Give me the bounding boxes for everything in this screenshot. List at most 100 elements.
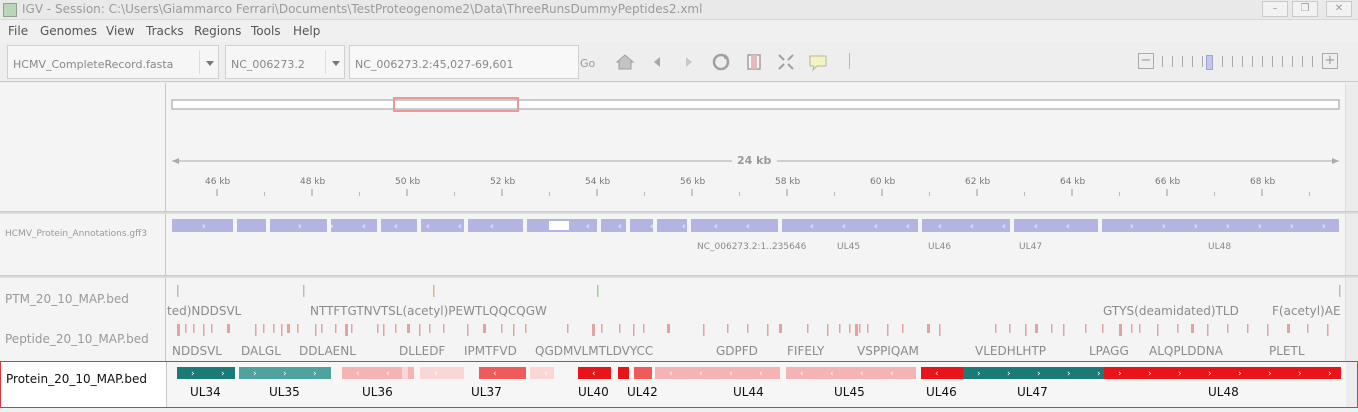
menu-tracks[interactable]: Tracks bbox=[146, 24, 184, 38]
peptide-mark[interactable] bbox=[747, 324, 749, 333]
peptide-mark[interactable] bbox=[667, 324, 670, 333]
peptide-mark[interactable] bbox=[1287, 324, 1290, 333]
peptide-mark[interactable] bbox=[467, 324, 469, 336]
peptide-mark[interactable] bbox=[377, 324, 379, 333]
ptm-mark[interactable] bbox=[1339, 285, 1341, 297]
peptide-mark[interactable] bbox=[1327, 324, 1329, 336]
peptide-mark[interactable] bbox=[501, 324, 503, 333]
peptide-mark[interactable] bbox=[525, 324, 527, 333]
peptide-mark[interactable] bbox=[939, 324, 941, 336]
peptide-mark[interactable] bbox=[1035, 324, 1038, 333]
peptide-mark[interactable] bbox=[643, 324, 645, 333]
peptide-mark[interactable] bbox=[703, 324, 705, 336]
protein-feature-block[interactable] bbox=[634, 367, 652, 379]
peptide-mark[interactable] bbox=[263, 324, 265, 333]
protein-feature-block[interactable] bbox=[420, 367, 464, 379]
peptide-mark[interactable] bbox=[839, 324, 841, 333]
peptide-mark[interactable] bbox=[927, 324, 930, 333]
peptide-mark[interactable] bbox=[567, 324, 569, 333]
peptide-mark[interactable] bbox=[273, 324, 275, 333]
peptide-mark[interactable] bbox=[1139, 324, 1141, 333]
annotation-scrollbar[interactable] bbox=[1345, 214, 1358, 275]
peptide-mark[interactable] bbox=[335, 324, 337, 333]
menu-genomes[interactable]: Genomes bbox=[40, 24, 97, 38]
peptide-mark[interactable] bbox=[483, 324, 486, 333]
peptide-mark[interactable] bbox=[1102, 324, 1104, 333]
peptide-mark[interactable] bbox=[227, 324, 230, 333]
locus-input[interactable]: NC_006273.2:45,027-69,601 bbox=[349, 45, 579, 79]
back-icon[interactable] bbox=[646, 51, 668, 73]
protein-track-row[interactable]: Protein_20_10_MAP.bed › › › › › ‹ ‹ ‹ ‹ ‹ ‹ ‹ ‹ ‹ ‹ ‹ ‹ ‹… bbox=[0, 361, 1358, 408]
protein-feature-block[interactable] bbox=[1104, 367, 1341, 379]
home-icon[interactable] bbox=[614, 51, 636, 73]
track-name-protein[interactable]: Protein_20_10_MAP.bed bbox=[6, 372, 147, 386]
peptide-mark[interactable] bbox=[255, 324, 257, 336]
peptide-mark[interactable] bbox=[211, 324, 213, 333]
peptide-mark[interactable] bbox=[601, 324, 603, 333]
peptide-mark[interactable] bbox=[1119, 324, 1122, 336]
peptide-mark[interactable] bbox=[827, 324, 829, 336]
peptide-mark[interactable] bbox=[633, 324, 635, 336]
protein-feature-block[interactable] bbox=[402, 367, 408, 379]
protein-feature-block[interactable] bbox=[786, 367, 916, 379]
peptide-mark[interactable] bbox=[1085, 324, 1087, 333]
menu-help[interactable]: Help bbox=[293, 24, 320, 38]
genome-selector[interactable]: HCMV_CompleteRecord.fasta bbox=[7, 45, 219, 79]
peptide-mark[interactable] bbox=[995, 324, 997, 333]
protein-feature-block[interactable] bbox=[177, 367, 235, 379]
protein-feature-block[interactable] bbox=[921, 367, 963, 379]
peptide-mark[interactable] bbox=[1177, 324, 1179, 333]
peptide-mark[interactable] bbox=[855, 324, 858, 336]
peptide-mark[interactable] bbox=[619, 324, 621, 333]
menu-tools[interactable]: Tools bbox=[251, 24, 281, 38]
peptide-mark[interactable] bbox=[767, 324, 769, 336]
protein-feature-block[interactable] bbox=[479, 367, 526, 379]
menu-view[interactable]: View bbox=[106, 24, 134, 38]
menu-regions[interactable]: Regions bbox=[194, 24, 241, 38]
peptide-mark[interactable] bbox=[513, 324, 515, 336]
peptide-mark[interactable] bbox=[407, 324, 410, 333]
peptide-mark[interactable] bbox=[887, 324, 889, 336]
peptide-mark[interactable] bbox=[287, 324, 290, 333]
popup-icon[interactable] bbox=[807, 51, 829, 73]
zoom-thumb[interactable] bbox=[1206, 55, 1213, 70]
close-button[interactable]: ✕ bbox=[1326, 1, 1352, 17]
peptide-mark[interactable] bbox=[867, 324, 869, 333]
peptide-mark[interactable] bbox=[1063, 324, 1065, 336]
zoom-slider[interactable]: − + bbox=[1138, 53, 1342, 71]
track-name-annotations[interactable]: HCMV_Protein_Annotations.gff3 bbox=[5, 229, 147, 239]
peptide-mark[interactable] bbox=[429, 324, 431, 333]
chromosome-selector[interactable]: NC_006273.2 bbox=[225, 45, 345, 79]
track-name-ptm[interactable]: PTM_20_10_MAP.bed bbox=[5, 292, 129, 306]
peptide-mark[interactable] bbox=[281, 324, 283, 336]
peptide-mark[interactable] bbox=[345, 324, 348, 336]
zoom-out-icon[interactable]: − bbox=[1138, 53, 1154, 69]
peptide-mark[interactable] bbox=[1207, 324, 1209, 336]
peptide-mark[interactable] bbox=[383, 324, 385, 336]
peptide-mark[interactable] bbox=[351, 324, 353, 333]
fit-icon[interactable] bbox=[775, 51, 797, 73]
menu-file[interactable]: File bbox=[8, 24, 28, 38]
peptide-mark[interactable] bbox=[1307, 324, 1309, 333]
minimize-button[interactable]: – bbox=[1262, 1, 1288, 17]
peptide-mark[interactable] bbox=[807, 324, 809, 333]
ptm-mark[interactable] bbox=[433, 285, 435, 297]
peptide-mark[interactable] bbox=[902, 324, 904, 333]
peptide-mark[interactable] bbox=[1267, 324, 1269, 336]
peptide-mark[interactable] bbox=[1009, 324, 1011, 333]
peptide-mark[interactable] bbox=[849, 324, 851, 333]
peptide-mark[interactable] bbox=[321, 324, 323, 333]
peptide-mark[interactable] bbox=[1131, 324, 1133, 333]
track-name-peptide[interactable]: Peptide_20_10_MAP.bed bbox=[5, 332, 149, 346]
protein-feature-block[interactable] bbox=[408, 367, 414, 379]
region-icon[interactable] bbox=[743, 51, 765, 73]
ptm-mark[interactable] bbox=[177, 285, 179, 297]
ruler-scrollbar[interactable] bbox=[1345, 83, 1358, 211]
forward-icon[interactable] bbox=[678, 51, 700, 73]
peptide-mark[interactable] bbox=[1157, 324, 1159, 336]
peptide-mark[interactable] bbox=[1227, 324, 1229, 333]
refresh-icon[interactable] bbox=[710, 51, 732, 73]
peptide-mark[interactable] bbox=[1051, 324, 1053, 333]
peptide-mark[interactable] bbox=[177, 324, 180, 336]
peptide-mark[interactable] bbox=[203, 324, 205, 336]
